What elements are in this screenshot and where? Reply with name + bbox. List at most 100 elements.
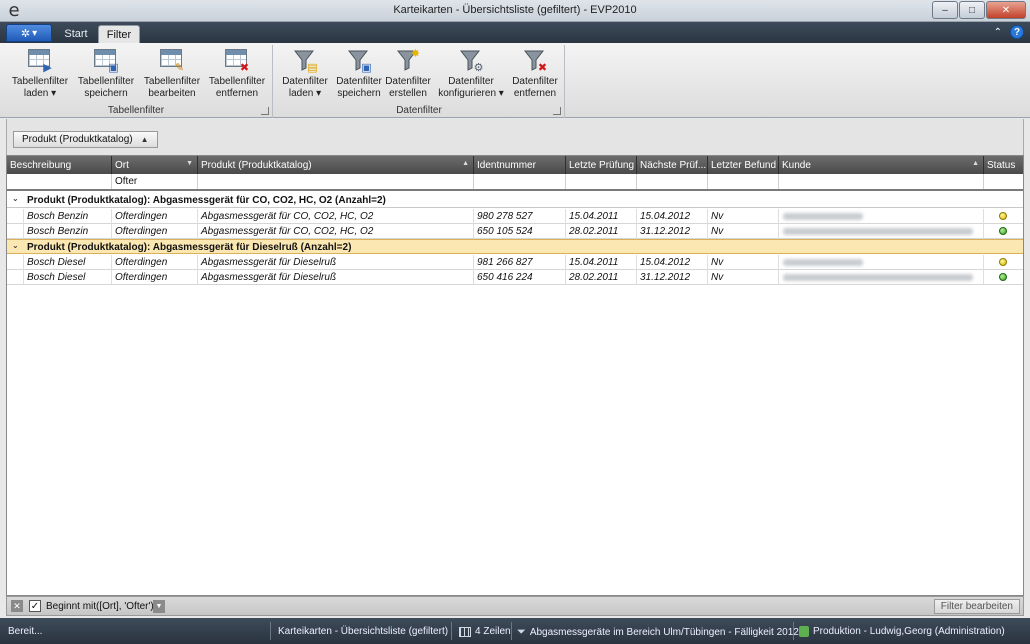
funnel-configure-icon: ⚙ xyxy=(457,47,485,74)
table-remove-icon: ✖ xyxy=(223,47,251,74)
minimize-button[interactable]: – xyxy=(932,1,958,19)
cell-kunde-redacted xyxy=(779,270,984,285)
filter-panel: ✕ ✓ Beginnt mit([Ort], 'Ofter') ▼ Filter… xyxy=(6,596,1024,616)
cell-beschreibung: Bosch Diesel xyxy=(24,255,112,270)
datenfilter-konfigurieren-label: Datenfilter konfigurieren ▾ xyxy=(438,76,504,99)
filter-cell-status[interactable] xyxy=(984,174,1023,189)
datenfilter-speichern-button[interactable]: ▣ Datenfilter speichern xyxy=(332,47,386,105)
status-ready: Bereit... xyxy=(8,626,42,637)
window-title: Karteikarten - Übersichtsliste (gefilter… xyxy=(393,4,637,16)
cell-letzter-befund: Nv xyxy=(708,255,779,270)
close-filter-icon[interactable]: ✕ xyxy=(11,600,23,612)
cell-identnummer: 650 416 224 xyxy=(474,270,566,285)
ribbon: ▶ Tabellenfilter laden ▾ ▣ Tabellenfilte… xyxy=(0,43,1030,118)
funnel-icon: ⏷ xyxy=(517,626,526,638)
column-header-identnummer[interactable]: Identnummer xyxy=(474,156,566,174)
filter-row: Ofter xyxy=(7,174,1023,191)
filter-cell-identnummer[interactable] xyxy=(474,174,566,189)
filter-cell-kunde[interactable] xyxy=(779,174,984,189)
cell-kunde-redacted xyxy=(779,209,984,224)
tabellenfilter-bearbeiten-button[interactable]: ✎ Tabellenfilter bearbeiten xyxy=(139,47,205,105)
datenfilter-konfigurieren-button[interactable]: ⚙ Datenfilter konfigurieren ▾ xyxy=(434,47,508,105)
cell-status xyxy=(984,270,1023,285)
group-by-chip[interactable]: Produkt (Produktkatalog) ▲ xyxy=(13,131,158,148)
maximize-button[interactable]: □ xyxy=(959,1,985,19)
datenfilter-erstellen-button[interactable]: ✸ Datenfilter erstellen xyxy=(383,47,433,105)
column-header-ort[interactable]: Ort ▼ xyxy=(112,156,198,174)
filter-history-dropdown[interactable]: ▼ xyxy=(153,600,165,613)
cell-letzter-befund: Nv xyxy=(708,209,779,224)
tabellenfilter-bearbeiten-label: Tabellenfilter bearbeiten xyxy=(143,76,201,99)
column-header-letzte-pruefung[interactable]: Letzte Prüfung xyxy=(566,156,637,174)
column-header-produkt[interactable]: Produkt (Produktkatalog) ▲ xyxy=(198,156,474,174)
chevron-down-icon[interactable]: ⌄ xyxy=(12,194,19,203)
column-header-letzter-befund[interactable]: Letzter Befund xyxy=(708,156,779,174)
filter-expression: Beginnt mit([Ort], 'Ofter') xyxy=(46,601,154,612)
app-menu-button[interactable]: ✲ ▾ xyxy=(6,24,52,42)
table-row[interactable]: Bosch Benzin Ofterdingen Abgasmessgerät … xyxy=(7,224,1023,239)
column-filter-icon[interactable]: ▼ xyxy=(186,160,193,167)
column-header-status[interactable]: Status xyxy=(984,156,1023,174)
column-header-kunde[interactable]: Kunde ▲ xyxy=(779,156,984,174)
status-active-filter: ⏷ Abgasmessgeräte im Bereich Ulm/Tübingen… xyxy=(517,626,799,639)
table-row[interactable]: Bosch Benzin Ofterdingen Abgasmessgerät … xyxy=(7,209,1023,224)
column-header-beschreibung[interactable]: Beschreibung xyxy=(7,156,112,174)
datenfilter-entfernen-button[interactable]: ✖ Datenfilter entfernen xyxy=(508,47,562,105)
group-launcher-icon[interactable] xyxy=(553,107,561,115)
tabellenfilter-entfernen-button[interactable]: ✖ Tabellenfilter entfernen xyxy=(205,47,269,105)
cell-identnummer: 650 105 524 xyxy=(474,224,566,239)
table-save-icon: ▣ xyxy=(92,47,120,74)
status-yellow-icon xyxy=(999,258,1007,266)
filter-cell-produkt[interactable] xyxy=(198,174,474,189)
datenfilter-entfernen-label: Datenfilter entfernen xyxy=(512,76,558,99)
cell-naechste-pruefung: 15.04.2012 xyxy=(637,209,708,224)
status-green-icon xyxy=(999,227,1007,235)
help-icon[interactable]: ? xyxy=(1010,25,1024,39)
status-database: Produktion - Ludwig,Georg (Administratio… xyxy=(799,626,1005,637)
group-row-selected[interactable]: ⌄ Produkt (Produktkatalog): Abgasmessger… xyxy=(7,239,1023,254)
chevron-down-icon[interactable]: ⌄ xyxy=(12,241,19,250)
filter-cell-ort[interactable]: Ofter xyxy=(112,174,198,189)
status-row-count-text: 4 Zeilen xyxy=(475,626,511,637)
group-launcher-icon[interactable] xyxy=(261,107,269,115)
table-row[interactable]: Bosch Diesel Ofterdingen Abgasmessgerät … xyxy=(7,255,1023,270)
sort-ascending-icon: ▲ xyxy=(972,160,979,167)
tabellenfilter-laden-button[interactable]: ▶ Tabellenfilter laden ▾ xyxy=(8,47,72,105)
status-bar: Bereit... Karteikarten - Übersichtsliste… xyxy=(0,618,1030,644)
funnel-create-icon: ✸ xyxy=(394,47,422,73)
cell-identnummer: 981 266 827 xyxy=(474,255,566,270)
title-bar: e Karteikarten - Übersichtsliste (gefilt… xyxy=(0,0,1030,22)
group-row[interactable]: ⌄ Produkt (Produktkatalog): Abgasmessger… xyxy=(7,193,1023,208)
status-view: Karteikarten - Übersichtsliste (gefilter… xyxy=(278,626,448,637)
cell-status xyxy=(984,255,1023,270)
app-menu-arrow: ▾ xyxy=(32,27,38,39)
table-row[interactable]: Bosch Diesel Ofterdingen Abgasmessgerät … xyxy=(7,270,1023,285)
edit-filter-button[interactable]: Filter bearbeiten xyxy=(933,599,1020,614)
cell-beschreibung: Bosch Benzin xyxy=(24,209,112,224)
datenfilter-erstellen-label: Datenfilter erstellen xyxy=(385,76,431,99)
cell-letzte-pruefung: 28.02.2011 xyxy=(566,224,637,239)
tab-filter[interactable]: Filter xyxy=(98,25,140,43)
funnel-remove-icon: ✖ xyxy=(521,47,549,74)
cell-ort: Ofterdingen xyxy=(112,270,198,285)
column-header-naechste-pruefung[interactable]: Nächste Prüf... xyxy=(637,156,708,174)
filter-cell-letzte-pruefung[interactable] xyxy=(566,174,637,189)
app-menu-icon: ✲ xyxy=(20,27,31,40)
cell-ort: Ofterdingen xyxy=(112,224,198,239)
filter-cell-naechste-pruefung[interactable] xyxy=(637,174,708,189)
cell-naechste-pruefung: 15.04.2012 xyxy=(637,255,708,270)
filter-cell-beschreibung[interactable] xyxy=(7,174,112,189)
tabellenfilter-speichern-button[interactable]: ▣ Tabellenfilter speichern xyxy=(74,47,138,105)
datenfilter-laden-button[interactable]: ▤ Datenfilter laden ▾ xyxy=(278,47,332,105)
tab-start[interactable]: Start xyxy=(58,25,94,43)
ribbon-collapse-icon[interactable]: ⌃ xyxy=(994,27,1002,38)
filter-enabled-checkbox[interactable]: ✓ xyxy=(29,600,41,612)
grid-header: Beschreibung Ort ▼ Produkt (Produktkatalo… xyxy=(7,156,1023,174)
filter-cell-letzter-befund[interactable] xyxy=(708,174,779,189)
data-grid: Beschreibung Ort ▼ Produkt (Produktkatalo… xyxy=(6,155,1024,596)
status-view-text: Karteikarten - Übersichtsliste (gefilter… xyxy=(278,626,449,637)
column-header-ort-label: Ort xyxy=(115,160,129,171)
close-button[interactable]: ✕ xyxy=(986,1,1026,19)
table-edit-icon: ✎ xyxy=(158,47,186,74)
cell-status xyxy=(984,209,1023,224)
